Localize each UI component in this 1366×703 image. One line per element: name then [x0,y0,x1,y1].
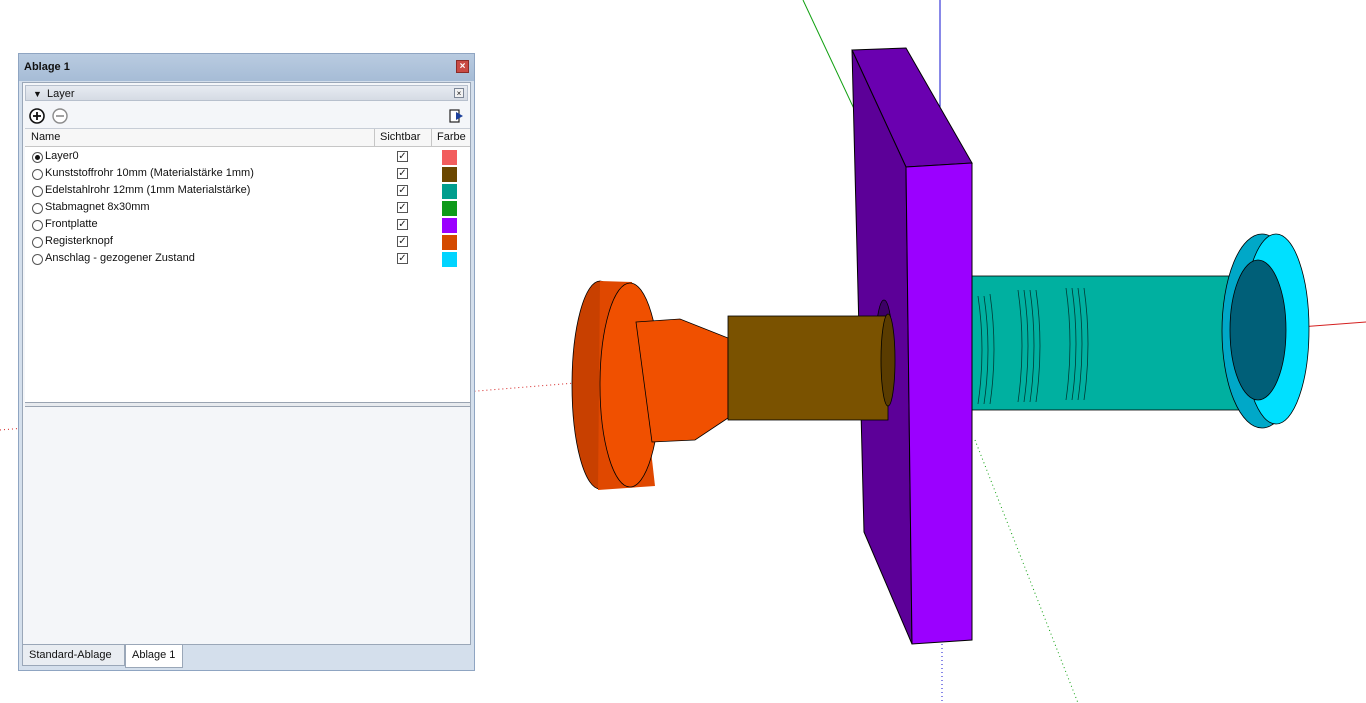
layer-name[interactable]: Kunststoffrohr 10mm (Materialstärke 1mm) [45,167,254,179]
layer-color-swatch[interactable] [442,184,457,199]
plastic-tube [727,315,889,421]
visible-checkbox[interactable]: ✓ [397,202,408,213]
layer-color-swatch[interactable] [442,218,457,233]
tray-title: Ablage 1 [24,61,70,73]
tray-tabs: Standard-Ablage Ablage 1 [22,645,471,669]
layer-row[interactable]: Kunststoffrohr 10mm (Materialstärke 1mm)… [25,166,470,183]
column-header-color[interactable]: Farbe [431,129,470,146]
tray-title-bar[interactable]: Ablage 1 × [19,54,474,81]
layer-panel-title: Layer [47,88,75,100]
layer-color-swatch[interactable] [442,150,457,165]
active-layer-radio[interactable] [32,254,43,265]
layer-color-swatch[interactable] [442,235,457,250]
layer-row[interactable]: Frontplatte ✓ [25,217,470,234]
active-layer-radio[interactable] [32,203,43,214]
active-layer-radio[interactable] [32,186,43,197]
add-layer-button[interactable] [28,107,46,125]
layer-panel-close-button[interactable]: × [454,88,464,98]
visible-checkbox[interactable]: ✓ [397,168,408,179]
layer-name[interactable]: Registerknopf [45,235,113,247]
axis-green-negative [974,439,1079,703]
layer-row[interactable]: Edelstahlrohr 12mm (1mm Materialstärke) … [25,183,470,200]
visible-checkbox[interactable]: ✓ [397,219,408,230]
tray-body: ▼ Layer × Name Sichtbar Farbe Layer0 ✓ K… [22,82,471,645]
layer-row[interactable]: Anschlag - gezogener Zustand ✓ [25,251,470,268]
layer-detail-area [25,408,470,644]
visible-checkbox[interactable]: ✓ [397,151,408,162]
plastic-tube-end [880,313,896,407]
tray-panel: Ablage 1 × ▼ Layer × Name Sichtbar Farbe [18,53,475,671]
active-layer-radio[interactable] [32,237,43,248]
visible-checkbox[interactable]: ✓ [397,253,408,264]
layer-row[interactable]: Registerknopf ✓ [25,234,470,251]
stop-flange-hole [1229,259,1287,401]
panel-splitter[interactable] [25,402,470,407]
layer-color-swatch[interactable] [442,167,457,182]
layer-name[interactable]: Stabmagnet 8x30mm [45,201,150,213]
column-header-visible[interactable]: Sichtbar [374,129,430,146]
active-layer-radio[interactable] [32,169,43,180]
visible-checkbox[interactable]: ✓ [397,236,408,247]
layer-panel-header[interactable]: ▼ Layer × [25,85,468,101]
steel-tube [967,275,1251,411]
column-header-name[interactable]: Name [31,129,371,146]
layer-name[interactable]: Anschlag - gezogener Zustand [45,252,195,264]
layer-name[interactable]: Edelstahlrohr 12mm (1mm Materialstärke) [45,184,250,196]
tab-standard-ablage[interactable]: Standard-Ablage [22,645,125,666]
front-plate-front [905,162,973,645]
axis-red-positive [1299,321,1366,328]
visible-checkbox[interactable]: ✓ [397,185,408,196]
layer-row[interactable]: Stabmagnet 8x30mm ✓ [25,200,470,217]
tab-ablage-1[interactable]: Ablage 1 [125,645,183,668]
knob-neck [635,318,729,443]
layer-name[interactable]: Layer0 [45,150,79,162]
layer-list: Name Sichtbar Farbe Layer0 ✓ Kunststoffr… [25,128,470,402]
layer-color-swatch[interactable] [442,201,457,216]
active-layer-radio[interactable] [32,152,43,163]
remove-layer-button[interactable] [51,107,69,125]
layer-color-swatch[interactable] [442,252,457,267]
details-button[interactable] [447,107,465,125]
layer-list-header: Name Sichtbar Farbe [25,129,470,147]
collapse-arrow-icon[interactable]: ▼ [33,86,42,102]
layer-row[interactable]: Layer0 ✓ [25,149,470,166]
layer-name[interactable]: Frontplatte [45,218,98,230]
active-layer-radio[interactable] [32,220,43,231]
tray-close-button[interactable]: × [456,60,469,73]
